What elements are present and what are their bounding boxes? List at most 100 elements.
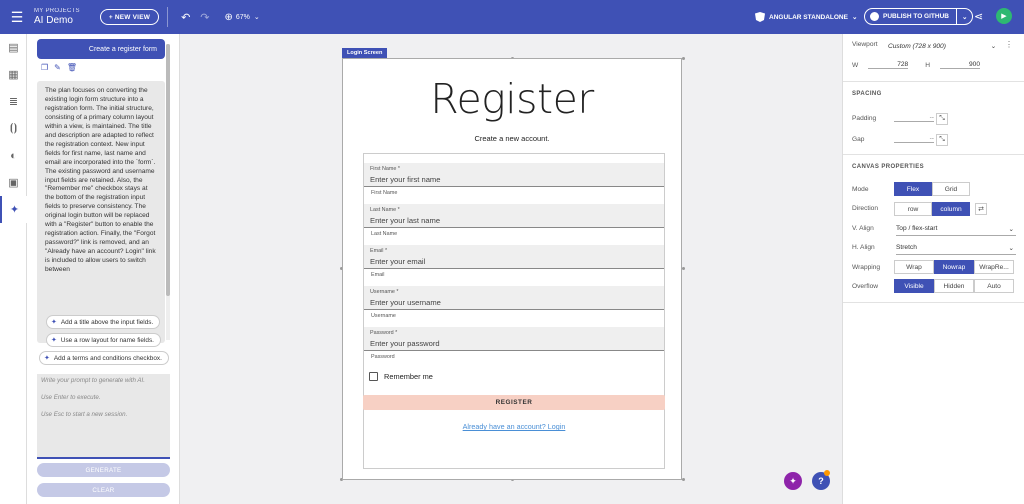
direction-label-row: Direction [852,205,878,212]
scrollbar-thumb[interactable] [166,44,170,296]
swap-direction-icon[interactable]: ⇄ [975,203,987,215]
field-label: First Name * [370,166,400,172]
checkbox-icon[interactable] [369,372,378,381]
email-field[interactable]: Email * Enter your email [364,245,664,269]
suggestion-chip[interactable]: ✦ Use a row layout for name fields. [46,333,161,347]
gap-row: Gap [852,136,864,143]
register-button[interactable]: REGISTER [363,395,665,410]
menu-icon[interactable]: ☰ [0,0,34,34]
halign-select[interactable]: Stretch ⌄ [896,241,1016,255]
project-label: MY PROJECTS [34,8,80,15]
remember-label: Remember me [384,372,433,381]
valign-label: V. Align [852,225,874,232]
publish-dropdown-icon[interactable]: ⌄ [957,13,972,21]
remember-me-checkbox[interactable]: Remember me [369,372,433,381]
copy-icon[interactable]: ❐ [41,63,48,72]
new-view-button[interactable]: + NEW VIEW [99,9,160,25]
mode-flex-button[interactable]: Flex [894,182,932,196]
ai-sparkle-icon[interactable]: ✦ [0,196,27,223]
wrap-button[interactable]: Wrap [894,260,934,274]
frame-label[interactable]: Login Screen [342,48,388,58]
field-placeholder: Enter your username [370,298,441,307]
nowrap-button[interactable]: Nowrap [934,260,974,274]
components-icon[interactable]: ▦ [0,61,27,88]
padding-label: Padding [852,115,877,122]
share-icon[interactable]: ⋖ [974,10,983,23]
field-placeholder: Enter your first name [370,175,441,184]
more-icon[interactable]: ⋮ [1005,40,1013,49]
prompt-placeholder: Use Esc to start a new session. [41,411,128,419]
overflow-hidden-button[interactable]: Hidden [934,279,974,293]
field-label: Email * [370,248,388,254]
overflow-auto-button[interactable]: Auto [974,279,1014,293]
field-placeholder: Enter your last name [370,216,441,225]
ai-panel: Create a register form ❐ ✎ 🗑 The plan fo… [27,34,180,504]
undo-icon[interactable]: ↶ [181,11,190,24]
framework-selector[interactable]: ANGULAR STANDALONE ⌄ [755,0,857,34]
chevron-down-icon: ⌄ [1008,244,1014,252]
publish-button[interactable]: PUBLISH TO GITHUB [865,9,957,24]
direction-column-button[interactable]: column [932,202,970,216]
delete-icon[interactable]: 🗑 [67,63,77,72]
resize-handle[interactable] [682,478,685,481]
suggestion-chip[interactable]: ✦ Add a terms and conditions checkbox. [39,351,169,365]
zoom-icon: ⊕ [224,11,233,23]
valign-select[interactable]: Top / flex-start ⌄ [896,222,1016,236]
play-icon[interactable]: ▶ [996,8,1012,24]
login-link[interactable]: Already have an account? Login [364,422,664,431]
database-icon[interactable]: ≣ [0,88,27,115]
halign-value: Stretch [896,244,917,251]
wrap-reverse-button[interactable]: WrapRe... [974,260,1014,274]
resize-handle[interactable] [682,267,685,270]
variables-icon[interactable]: ⦗⦘ [0,115,27,142]
suggestion-chip[interactable]: ✦ Add a title above the input fields. [46,315,161,329]
width-input[interactable]: 728 [868,61,909,69]
password-field[interactable]: Password * Enter your password [364,327,664,351]
generate-button[interactable]: GENERATE [37,463,170,477]
field-placeholder: Enter your email [370,257,426,266]
viewport-label: Viewport [852,41,878,48]
prompt-input[interactable]: Write your prompt to generate with AI. U… [37,374,170,459]
mode-grid-button[interactable]: Grid [932,182,970,196]
padding-input[interactable]: -- [894,114,934,122]
page-title: Register [430,75,594,123]
viewport-select[interactable]: Custom (728 x 900) ⌄ [888,39,998,53]
divider [167,7,169,27]
first-name-field[interactable]: First Name * Enter your first name [364,163,664,187]
layers-icon[interactable]: ▤ [0,34,27,61]
username-field[interactable]: Username * Enter your username [364,286,664,310]
edit-icon[interactable]: ✎ [54,63,61,72]
field-hint: First Name [371,190,398,196]
login-screen-frame[interactable]: Register Create a new account. First Nam… [342,58,682,480]
project-name: AI Demo [34,14,73,26]
image-icon[interactable]: ▣ [0,169,27,196]
divider [843,302,1024,303]
field-hint: Username [371,313,396,319]
zoom-control[interactable]: ⊕ 67% ⌄ [225,12,260,23]
github-icon [870,12,879,21]
publish-label: PUBLISH TO GITHUB [883,13,949,20]
overflow-visible-button[interactable]: Visible [894,279,934,293]
height-input[interactable]: 900 [940,61,980,69]
direction-row-button[interactable]: row [894,202,932,216]
chevron-down-icon: ⌄ [990,43,996,50]
spacing-title: SPACING [852,91,882,97]
sparkle-icon: ✦ [51,319,57,326]
expand-gap-icon[interactable]: ⤡ [936,134,948,146]
project-info[interactable]: MY PROJECTS AI Demo [34,8,80,26]
field-label: Username * [370,289,399,295]
palette-icon[interactable]: ◐ [0,142,27,169]
direction-label: Direction [852,205,879,212]
gap-input[interactable]: -- [894,135,934,143]
ai-sparkle-fab[interactable]: ✦ [784,472,802,490]
clear-button[interactable]: CLEAR [37,483,170,497]
resize-handle[interactable] [682,57,685,60]
field-label: Last Name * [370,207,400,213]
expand-padding-icon[interactable]: ⤡ [936,113,948,125]
width-label: W [852,61,859,69]
last-name-field[interactable]: Last Name * Enter your last name [364,204,664,228]
viewport-row: Viewport [852,41,889,48]
overflow-toggle: Visible Hidden Auto [894,279,1014,293]
canvas[interactable]: Login Screen Register Create a new accou… [180,34,842,504]
redo-icon[interactable]: ↷ [200,11,209,24]
